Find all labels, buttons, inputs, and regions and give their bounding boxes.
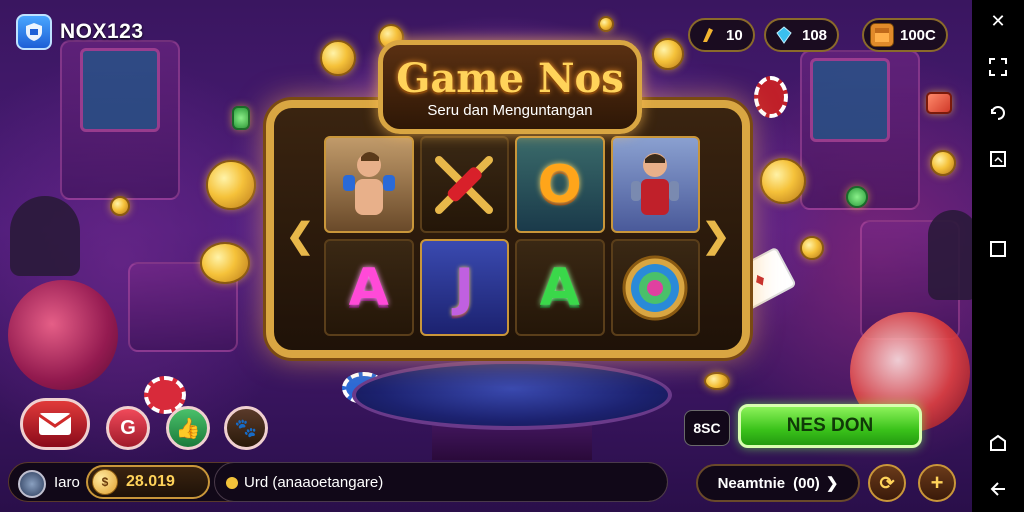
- app-name: NOX123: [60, 20, 144, 43]
- crossed-bat-icon: [435, 155, 494, 214]
- game-subtitle: Seru dan Menguntangan: [427, 102, 593, 119]
- fullscreen-icon[interactable]: [985, 54, 1011, 80]
- reel-cell-crossed-bat[interactable]: [419, 136, 509, 233]
- reel-cell-hero-boxer[interactable]: [324, 136, 414, 233]
- coin-decoration: [200, 242, 250, 284]
- coin-decoration: [206, 160, 256, 210]
- poker-chip: [754, 76, 788, 118]
- coin-decoration: [760, 158, 806, 204]
- currency-gems-value: 108: [802, 26, 828, 44]
- refresh-button[interactable]: ⟳: [868, 464, 906, 502]
- leaderboard-label: Neamtnie: [717, 474, 786, 492]
- currency-keys-value: 10: [726, 26, 743, 44]
- game-stage: ♦ ❮ ❯ O A J A Game Nos Seru dan Mengunta…: [0, 0, 972, 512]
- add-button[interactable]: +: [918, 464, 956, 502]
- coin-decoration: [110, 196, 130, 216]
- back-icon[interactable]: [985, 476, 1011, 502]
- currency-keys[interactable]: 10: [688, 18, 755, 52]
- reel-cell-letter-a-pink[interactable]: A: [324, 239, 414, 336]
- rotate-icon[interactable]: [985, 100, 1011, 126]
- reel-cell-letter-a-green[interactable]: A: [515, 239, 605, 336]
- bg-person-right: [928, 210, 972, 300]
- thumbs-up-icon: 👍: [175, 417, 201, 440]
- coin-decoration: [652, 38, 684, 70]
- window-icon[interactable]: [985, 236, 1011, 262]
- coin-decoration: [926, 92, 952, 114]
- plus-icon: +: [930, 470, 944, 495]
- shield-icon: [16, 14, 52, 50]
- slot-frame: ❮ ❯ O A J A: [266, 100, 750, 358]
- currency-gems[interactable]: 108: [764, 18, 840, 52]
- coin-decoration: [846, 186, 868, 208]
- coin-decoration: [320, 40, 356, 76]
- system-nav-top: ✕: [985, 8, 1011, 262]
- reel-cell-letter-j[interactable]: J: [419, 239, 509, 336]
- player-avatar[interactable]: [18, 470, 46, 498]
- screenshot-icon[interactable]: [985, 146, 1011, 172]
- ticker-text: Urd (anaaoetangare): [244, 474, 384, 491]
- refresh-icon: ⟳: [879, 472, 895, 493]
- key-icon: [696, 23, 720, 47]
- close-icon[interactable]: ✕: [985, 8, 1011, 34]
- coin-decoration: [930, 150, 956, 176]
- like-button[interactable]: 👍: [166, 406, 210, 450]
- game-title-plate: Game Nos Seru dan Menguntangan: [378, 40, 642, 134]
- reel-cell-hero-warrior[interactable]: [610, 136, 700, 233]
- compass-orb-icon: [622, 255, 688, 320]
- mail-icon: [38, 413, 72, 435]
- mail-button[interactable]: [20, 398, 90, 450]
- auto-spin-button[interactable]: 8SC: [684, 410, 730, 446]
- player-balance[interactable]: $ 28.019: [86, 465, 210, 499]
- app-logo[interactable]: NOX123: [16, 14, 144, 50]
- boxer-character-icon: [342, 151, 395, 215]
- chevron-right-icon: ❯: [825, 475, 839, 492]
- paw-icon: 🐾: [234, 417, 258, 438]
- prev-arrow-button[interactable]: ❮: [286, 216, 315, 256]
- game-title: Game Nos: [396, 55, 624, 102]
- coin-decoration: [598, 16, 614, 32]
- system-nav-bar: ✕: [972, 0, 1024, 512]
- next-arrow-button[interactable]: ❯: [702, 216, 731, 256]
- reel-grid: O A J A: [324, 136, 700, 336]
- player-balance-value: 28.019: [126, 473, 175, 490]
- currency-chests[interactable]: 100C: [862, 18, 948, 52]
- reel-cell-letter-o[interactable]: O: [515, 136, 605, 233]
- casino-table: [352, 360, 672, 430]
- coin-bag-icon: $: [92, 469, 118, 495]
- home-icon[interactable]: [985, 430, 1011, 456]
- bg-person-left: [10, 196, 80, 276]
- leaderboard-count: (00): [793, 474, 820, 492]
- gift-icon: G: [120, 416, 136, 439]
- bg-screen-left: [80, 48, 160, 132]
- pet-button[interactable]: 🐾: [224, 406, 268, 450]
- leaderboard-button[interactable]: Neamtnie (00) ❯: [696, 464, 860, 502]
- coin-decoration: [704, 372, 730, 390]
- warrior-character-icon: [631, 152, 680, 215]
- chest-icon: [870, 23, 894, 47]
- gem-icon: [772, 23, 796, 47]
- system-nav-bottom: [985, 430, 1011, 502]
- coin-decoration: [232, 106, 250, 130]
- bg-screen-right: [810, 58, 890, 142]
- coin-decoration: [800, 236, 824, 260]
- reel-cell-compass-orb[interactable]: [610, 239, 700, 336]
- coin-icon: [226, 476, 238, 489]
- play-button[interactable]: NES DON: [738, 404, 922, 448]
- news-ticker[interactable]: Urd (anaaoetangare): [226, 474, 383, 491]
- gift-button[interactable]: G: [106, 406, 150, 450]
- currency-chests-value: 100C: [900, 26, 936, 44]
- bg-ball-left: [8, 280, 118, 390]
- player-name: Iaro: [54, 474, 80, 491]
